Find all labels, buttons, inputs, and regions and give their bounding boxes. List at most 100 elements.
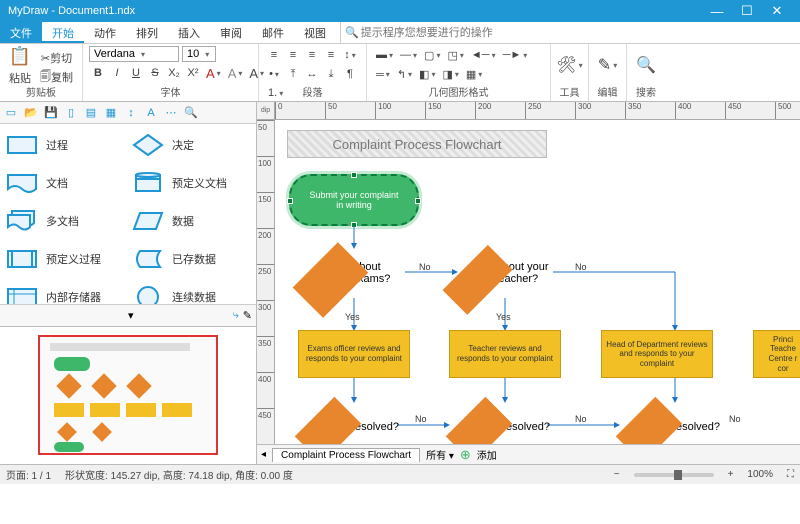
line-style-button[interactable]: ═ <box>373 66 393 84</box>
font-grow-button[interactable]: A <box>203 64 224 82</box>
stencil-c-icon[interactable]: ▦ <box>102 104 120 122</box>
stencil-sort-icon[interactable]: ↕ <box>122 104 140 122</box>
italic-button[interactable]: I <box>108 64 126 82</box>
decision-resolved-2[interactable]: Resolved? <box>460 402 550 444</box>
tab-home[interactable]: 开始 <box>42 22 84 43</box>
corner-button[interactable]: ◳ <box>444 46 466 64</box>
align-right-button[interactable]: ≡ <box>303 46 321 64</box>
all-sheets-dropdown[interactable]: 所有 ▾ <box>426 447 454 462</box>
sheet-tab[interactable]: Complaint Process Flowchart <box>272 448 420 462</box>
flowchart-title[interactable]: Complaint Process Flowchart <box>287 130 547 158</box>
font-family-dropdown[interactable]: Verdana <box>89 46 179 62</box>
maximize-button[interactable]: ☐ <box>732 3 762 19</box>
tab-action[interactable]: 动作 <box>84 22 126 43</box>
ribbon-shapestyle-group: ▬ — ▢ ◳ ◄─ ─► ═ ↰ ◧ ◨ ▦ 几何图形格式 <box>367 44 551 101</box>
shape-stored[interactable]: 已存数据 <box>128 240 254 278</box>
subscript-button[interactable]: X₂ <box>165 64 183 82</box>
stencil-opts-icon[interactable]: ⋯ <box>162 104 180 122</box>
cut-button[interactable]: ✂ 剪切 <box>37 49 76 67</box>
decision-teacher[interactable]: About your teacher? <box>460 248 550 298</box>
file-menu[interactable]: 文件 <box>0 22 42 43</box>
connector-tool-icon[interactable]: ⤷ <box>233 309 239 322</box>
ribbon-search-group: 🔍 搜索 <box>627 44 665 101</box>
shadow-button[interactable]: ▢ <box>421 46 443 64</box>
fill-button[interactable]: ▬ <box>373 46 396 64</box>
tab-mail[interactable]: 邮件 <box>252 22 294 43</box>
expand-icon[interactable]: ▾ <box>128 309 134 322</box>
add-sheet-icon[interactable]: ⊕ <box>460 447 471 463</box>
process-teacher[interactable]: Teacher reviews and responds to your com… <box>449 330 561 378</box>
pointer-tool-icon[interactable]: ✎ <box>243 309 252 322</box>
open-stencil-icon[interactable]: 📂 <box>22 104 40 122</box>
font-size-dropdown[interactable]: 10 <box>182 46 216 62</box>
bold-button[interactable]: B <box>89 64 107 82</box>
valign-mid-button[interactable]: ↔ <box>303 65 321 83</box>
tab-review[interactable]: 审阅 <box>210 22 252 43</box>
add-sheet-label[interactable]: 添加 <box>477 447 497 462</box>
theme3-button[interactable]: ▦ <box>463 66 485 84</box>
bullet-button[interactable]: • <box>265 65 283 83</box>
zoom-level[interactable]: 100% <box>747 469 773 480</box>
decision-exams[interactable]: About exams? <box>309 248 399 298</box>
theme2-button[interactable]: ◨ <box>439 66 461 84</box>
intstore-icon <box>6 285 38 304</box>
align-justify-button[interactable]: ≡ <box>322 46 340 64</box>
process-hod[interactable]: Head of Department reviews and responds … <box>601 330 713 378</box>
align-center-button[interactable]: ≡ <box>284 46 302 64</box>
line-button[interactable]: — <box>397 46 420 64</box>
tab-insert[interactable]: 插入 <box>168 22 210 43</box>
valign-top-button[interactable]: ⤒ <box>284 65 302 83</box>
shape-rect[interactable]: 过程 <box>2 126 128 164</box>
tab-arrange[interactable]: 排列 <box>126 22 168 43</box>
line-spacing-button[interactable]: ↕ <box>341 46 359 64</box>
decision-resolved-1[interactable]: Resolved? <box>309 402 399 444</box>
superscript-button[interactable]: X² <box>184 64 202 82</box>
zoom-slider[interactable] <box>634 473 714 477</box>
search-button[interactable]: 🔍 <box>633 56 659 74</box>
shape-multidoc[interactable]: 多文档 <box>2 202 128 240</box>
font-fill-button[interactable]: A <box>225 64 246 82</box>
stencil-az-icon[interactable]: A <box>142 104 160 122</box>
zoom-out-icon[interactable]: − <box>614 469 620 480</box>
tell-me-search[interactable]: 🔍 <box>340 22 800 43</box>
route-button[interactable]: ↰ <box>394 66 415 84</box>
stencil-a-icon[interactable]: ▯ <box>62 104 80 122</box>
align-left-button[interactable]: ≡ <box>265 46 283 64</box>
new-stencil-icon[interactable]: ▭ <box>2 104 20 122</box>
line-end-button[interactable]: ─► <box>500 46 531 64</box>
process-principal[interactable]: Princi Teache Centre r cor <box>753 330 800 378</box>
search-input[interactable] <box>359 25 796 41</box>
strike-button[interactable]: S <box>146 64 164 82</box>
stencil-find-icon[interactable]: 🔍 <box>182 104 200 122</box>
shape-doc[interactable]: 文档 <box>2 164 128 202</box>
preview-thumbnail[interactable] <box>38 335 218 455</box>
shape-data[interactable]: 数据 <box>128 202 254 240</box>
save-stencil-icon[interactable]: 💾 <box>42 104 60 122</box>
theme1-button[interactable]: ◧ <box>416 66 438 84</box>
fit-page-icon[interactable]: ⛶ <box>787 469 794 480</box>
shape-diamond[interactable]: 决定 <box>128 126 254 164</box>
tab-view[interactable]: 视图 <box>294 22 336 43</box>
shape-predoc[interactable]: 预定义文档 <box>128 164 254 202</box>
process-exams-officer[interactable]: Exams officer reviews and responds to yo… <box>298 330 410 378</box>
zoom-in-icon[interactable]: + <box>728 469 734 480</box>
scroll-left-icon[interactable]: ◂ <box>261 449 266 460</box>
underline-button[interactable]: U <box>127 64 145 82</box>
edit-button[interactable]: ✎ <box>595 56 620 74</box>
pilcrow-button[interactable]: ¶ <box>341 65 359 83</box>
valign-bot-button[interactable]: ⤓ <box>322 65 340 83</box>
minimize-button[interactable]: — <box>702 4 732 19</box>
shape-intstore[interactable]: 内部存储器 <box>2 278 128 304</box>
decision-resolved-3[interactable]: Resolved? <box>630 402 720 444</box>
start-node[interactable]: Submit your complaint in writing <box>289 174 419 226</box>
close-button[interactable]: ✕ <box>762 3 792 19</box>
drawing-canvas[interactable]: Complaint Process Flowchart Submit your … <box>275 120 800 444</box>
page-preview[interactable] <box>0 326 256 464</box>
line-start-button[interactable]: ◄─ <box>468 46 499 64</box>
shape-seq[interactable]: 连续数据 <box>128 278 254 304</box>
tools-button[interactable]: 🛠 <box>557 56 582 74</box>
stencil-b-icon[interactable]: ▤ <box>82 104 100 122</box>
clipboard-label: 剪贴板 <box>6 84 76 99</box>
shape-gallery[interactable]: 过程决定文档预定义文档多文档数据预定义过程已存数据内部存储器连续数据直接数据手动… <box>0 124 256 304</box>
shape-predef[interactable]: 预定义过程 <box>2 240 128 278</box>
